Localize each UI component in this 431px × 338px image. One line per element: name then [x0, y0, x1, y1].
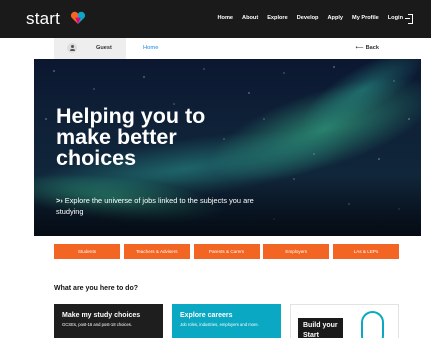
user-label: Guest: [96, 45, 112, 51]
top-navigation-bar: start Home About Explore Develop Apply M…: [0, 0, 431, 38]
back-label: Back: [365, 45, 379, 51]
card-title: Make my study choices: [62, 312, 141, 319]
hero-banner: Helping you to make better choices >› Exp…: [34, 59, 421, 236]
hero-title-line: Helping you to: [56, 104, 206, 128]
start-logo[interactable]: start: [26, 10, 60, 28]
hero-subtitle: Explore the universe of jobs linked to t…: [56, 196, 254, 216]
teachers-advisers-button[interactable]: Teachers & Advisers: [123, 244, 190, 259]
hero-title: Helping you to make better choices: [56, 104, 256, 170]
hero-title-line: make better: [56, 125, 177, 149]
nav-develop[interactable]: Develop: [297, 12, 319, 24]
main-nav: Home About Explore Develop Apply My Prof…: [217, 12, 413, 24]
card-description: Job roles, industries, employers and mor…: [180, 322, 259, 327]
profile-ring-graphic: [361, 311, 384, 338]
login-label: Login: [387, 15, 403, 21]
hero-title-line: choices: [56, 146, 137, 170]
start-profile-card[interactable]: Build your Start Profile: [290, 304, 399, 338]
nav-home[interactable]: Home: [217, 12, 233, 24]
audience-button-row: Students Teachers & Advisers Parents & C…: [54, 244, 399, 259]
nav-explore[interactable]: Explore: [267, 12, 288, 24]
card-title: Build your Start Profile: [298, 318, 343, 338]
hero-subtitle-link[interactable]: >› Explore the universe of jobs linked to…: [56, 195, 256, 217]
back-arrow-icon: ⟵: [355, 45, 364, 51]
employers-button[interactable]: Employers: [263, 244, 330, 259]
user-avatar-icon: [67, 43, 77, 53]
back-button[interactable]: ⟵ Back: [356, 43, 379, 54]
nav-about[interactable]: About: [242, 12, 258, 24]
las-leps-button[interactable]: LAs & LEPs: [333, 244, 399, 259]
study-choices-card[interactable]: Make my study choices GCSEs, post-16 and…: [54, 304, 163, 338]
chevron-right-icon: >›: [56, 196, 63, 205]
students-button[interactable]: Students: [54, 244, 120, 259]
card-description: GCSEs, post-16 and post-18 choices.: [62, 322, 133, 327]
section-title: What are you here to do?: [54, 285, 139, 292]
explore-careers-card[interactable]: Explore careers Job roles, industries, e…: [172, 304, 281, 338]
nav-apply[interactable]: Apply: [327, 12, 343, 24]
card-title: Explore careers: [180, 312, 233, 319]
user-menu[interactable]: Guest: [54, 38, 126, 59]
login-button[interactable]: Login: [388, 12, 413, 24]
login-icon: [405, 14, 413, 24]
nav-my-profile[interactable]: My Profile: [352, 12, 379, 24]
parents-carers-button[interactable]: Parents & Carers: [193, 244, 260, 259]
user-subbar: Guest Home ⟵ Back: [54, 38, 379, 59]
breadcrumb-home[interactable]: Home: [143, 43, 158, 54]
